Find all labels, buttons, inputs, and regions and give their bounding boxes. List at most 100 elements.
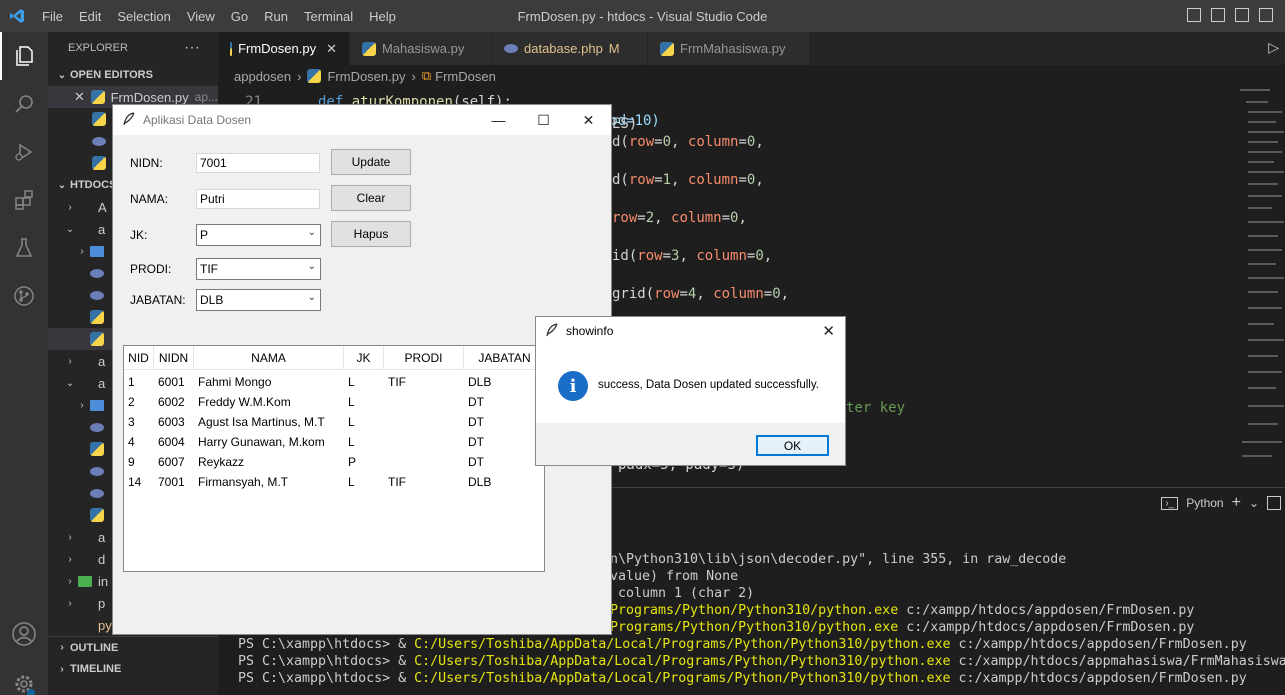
prodi-select[interactable]: TIF ⌄ bbox=[196, 258, 321, 280]
app-titlebar[interactable]: Aplikasi Data Dosen — ☐ ✕ bbox=[113, 105, 611, 135]
account-icon[interactable] bbox=[0, 610, 48, 658]
table-cell[interactable]: DT bbox=[464, 392, 484, 412]
manage-gear-icon[interactable] bbox=[0, 660, 48, 695]
menu-terminal[interactable]: Terminal bbox=[296, 9, 361, 24]
code-token: = bbox=[763, 286, 773, 302]
source-control-icon[interactable] bbox=[0, 272, 48, 320]
table-cell[interactable]: DLB bbox=[464, 472, 491, 492]
code-token: column bbox=[671, 210, 722, 226]
folder-label: a bbox=[98, 353, 106, 369]
column-header[interactable]: PRODI bbox=[384, 346, 464, 370]
explorer-icon[interactable] bbox=[0, 32, 48, 80]
table-cell[interactable] bbox=[384, 412, 388, 432]
table-cell[interactable]: DT bbox=[464, 432, 484, 452]
table-cell[interactable]: 4 bbox=[124, 432, 135, 452]
menu-run[interactable]: Run bbox=[256, 9, 296, 24]
tab-frmdosen[interactable]: FrmDosen.py ✕ bbox=[218, 32, 350, 65]
clear-button[interactable]: Clear bbox=[331, 185, 411, 211]
nidn-input[interactable]: 7001 bbox=[196, 153, 320, 173]
testing-flask-icon[interactable] bbox=[0, 224, 48, 272]
dosen-table[interactable]: NID NIDN NAMA JK PRODI JABATAN 1 6001 Fahm… bbox=[123, 345, 545, 572]
table-cell[interactable]: 6001 bbox=[154, 372, 185, 392]
table-cell[interactable]: 3 bbox=[124, 412, 135, 432]
nama-input[interactable]: Putri bbox=[196, 189, 320, 209]
table-cell[interactable]: TIF bbox=[384, 472, 406, 492]
code-token: row bbox=[628, 172, 655, 188]
minimize-icon[interactable]: — bbox=[476, 105, 521, 135]
jk-select[interactable]: P ⌄ bbox=[196, 224, 321, 246]
search-icon[interactable] bbox=[0, 80, 48, 128]
open-editors-section[interactable]: ⌄ OPEN EDITORS bbox=[48, 64, 218, 86]
column-header[interactable]: NIDN bbox=[154, 346, 194, 370]
table-cell[interactable]: 2 bbox=[124, 392, 135, 412]
menu-help[interactable]: Help bbox=[361, 9, 404, 24]
menu-file[interactable]: File bbox=[34, 9, 71, 24]
new-terminal-icon[interactable]: + bbox=[1232, 494, 1241, 512]
table-cell[interactable]: TIF bbox=[384, 372, 406, 392]
table-cell[interactable]: 6003 bbox=[154, 412, 185, 432]
table-cell[interactable]: L bbox=[344, 472, 355, 492]
menu-selection[interactable]: Selection bbox=[109, 9, 178, 24]
column-header[interactable]: JK bbox=[344, 346, 384, 370]
table-cell[interactable]: 14 bbox=[124, 472, 141, 492]
close-icon[interactable]: ✕ bbox=[566, 105, 611, 135]
jabatan-select[interactable]: DLB ⌄ bbox=[196, 289, 321, 311]
table-cell[interactable]: 6002 bbox=[154, 392, 185, 412]
chevron-down-icon[interactable]: ⌄ bbox=[1249, 496, 1259, 510]
table-cell[interactable]: Agust Isa Martinus, M.T bbox=[194, 412, 325, 432]
ok-button[interactable]: OK bbox=[756, 435, 829, 456]
column-header[interactable]: NID bbox=[124, 346, 154, 370]
menu-go[interactable]: Go bbox=[223, 9, 256, 24]
update-button[interactable]: Update bbox=[331, 149, 411, 175]
tab-database-php[interactable]: database.php M bbox=[492, 32, 648, 65]
table-cell[interactable] bbox=[384, 452, 388, 472]
split-terminal-icon[interactable] bbox=[1267, 496, 1281, 510]
table-cell[interactable]: L bbox=[344, 432, 355, 452]
customize-layout-icon[interactable] bbox=[1259, 8, 1273, 22]
table-cell[interactable]: Fahmi Mongo bbox=[194, 372, 271, 392]
close-icon[interactable]: ✕ bbox=[822, 322, 835, 340]
menu-edit[interactable]: Edit bbox=[71, 9, 109, 24]
table-cell[interactable]: 6007 bbox=[154, 452, 185, 472]
terminal-prompt: PS C:\xampp\htdocs> & bbox=[238, 654, 415, 669]
maximize-icon[interactable]: ☐ bbox=[521, 105, 566, 135]
table-cell[interactable]: Firmansyah, M.T bbox=[194, 472, 288, 492]
column-header[interactable]: NAMA bbox=[194, 346, 344, 370]
table-cell[interactable]: P bbox=[344, 452, 356, 472]
run-file-icon[interactable]: ▷ bbox=[1268, 32, 1285, 65]
close-tab-icon[interactable]: ✕ bbox=[326, 41, 337, 57]
dialog-titlebar[interactable]: showinfo ✕ bbox=[536, 317, 845, 345]
table-cell[interactable] bbox=[384, 432, 388, 452]
table-cell[interactable] bbox=[384, 392, 388, 412]
extensions-icon[interactable] bbox=[0, 176, 48, 224]
table-cell[interactable]: DT bbox=[464, 452, 484, 472]
minimap[interactable] bbox=[1238, 87, 1285, 467]
close-editor-icon[interactable]: ✕ bbox=[74, 89, 91, 105]
table-cell[interactable]: DT bbox=[464, 412, 484, 432]
column-header[interactable]: JABATAN bbox=[464, 346, 544, 370]
terminal-shell-label[interactable]: Python bbox=[1186, 496, 1223, 510]
more-actions-icon[interactable]: ··· bbox=[184, 39, 200, 57]
table-cell[interactable]: L bbox=[344, 372, 355, 392]
table-cell[interactable]: L bbox=[344, 412, 355, 432]
table-cell[interactable]: 1 bbox=[124, 372, 135, 392]
run-debug-icon[interactable] bbox=[0, 128, 48, 176]
hapus-button[interactable]: Hapus bbox=[331, 221, 411, 247]
table-cell[interactable]: Reykazz bbox=[194, 452, 244, 472]
table-cell[interactable]: Freddy W.M.Kom bbox=[194, 392, 291, 412]
table-cell[interactable]: DLB bbox=[464, 372, 491, 392]
toggle-secondary-sidebar-icon[interactable] bbox=[1235, 8, 1249, 22]
code-token: , bbox=[763, 248, 773, 264]
outline-section[interactable]: › OUTLINE bbox=[48, 636, 218, 658]
table-cell[interactable]: 7001 bbox=[154, 472, 185, 492]
tab-mahasiswa[interactable]: Mahasiswa.py bbox=[350, 32, 492, 65]
menu-view[interactable]: View bbox=[179, 9, 223, 24]
tab-frmmahasiswa[interactable]: FrmMahasiswa.py bbox=[648, 32, 810, 65]
table-cell[interactable]: L bbox=[344, 392, 355, 412]
timeline-section[interactable]: › TIMELINE bbox=[48, 658, 218, 680]
table-cell[interactable]: Harry Gunawan, M.kom bbox=[194, 432, 325, 452]
table-cell[interactable]: 9 bbox=[124, 452, 135, 472]
table-cell[interactable]: 6004 bbox=[154, 432, 185, 452]
toggle-panel-icon[interactable] bbox=[1211, 8, 1225, 22]
toggle-sidebar-icon[interactable] bbox=[1187, 8, 1201, 22]
